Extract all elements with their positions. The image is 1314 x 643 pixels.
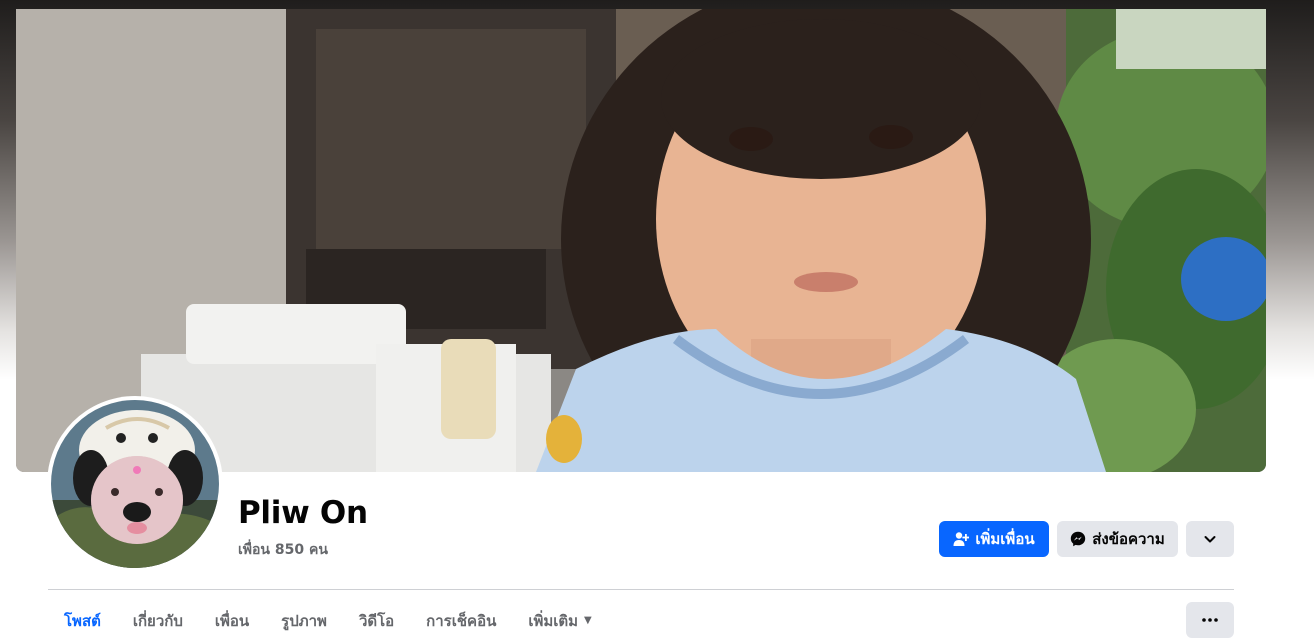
- more-options-button[interactable]: [1186, 521, 1234, 557]
- profile-avatar[interactable]: [47, 396, 223, 572]
- tab-posts-label: โพสต์: [64, 611, 101, 630]
- message-label: ส่งข้อความ: [1092, 530, 1165, 548]
- profile-name: Pliw On: [238, 495, 368, 531]
- profile-tabs: โพสต์ เกี่ยวกับ เพื่อน รูปภาพ วิดีโอ การ…: [48, 598, 608, 643]
- tab-videos[interactable]: วิดีโอ: [343, 598, 410, 643]
- add-friend-label: เพิ่มเพื่อน: [975, 530, 1035, 548]
- add-friend-button[interactable]: เพิ่มเพื่อน: [939, 521, 1049, 557]
- tab-more[interactable]: เพิ่มเติม ▼: [512, 598, 607, 643]
- chevron-down-icon: [1204, 536, 1216, 543]
- tab-posts[interactable]: โพสต์: [48, 598, 117, 643]
- friend-count[interactable]: เพื่อน 850 คน: [238, 539, 328, 561]
- message-button[interactable]: ส่งข้อความ: [1057, 521, 1178, 557]
- cover-photo[interactable]: [16, 9, 1266, 472]
- tabs-more-button[interactable]: [1186, 602, 1234, 638]
- ellipsis-icon: [1202, 618, 1218, 622]
- tab-checkins-label: การเช็คอิน: [426, 611, 497, 630]
- tab-checkins[interactable]: การเช็คอิน: [410, 598, 512, 643]
- caret-down-icon: ▼: [584, 615, 592, 626]
- tab-more-label: เพิ่มเติม: [528, 611, 579, 630]
- tab-friends-label: เพื่อน: [214, 611, 250, 630]
- person-plus-icon: [953, 532, 970, 546]
- tab-about[interactable]: เกี่ยวกับ: [117, 598, 199, 643]
- tab-friends[interactable]: เพื่อน: [199, 598, 265, 643]
- header-divider: [48, 589, 1234, 590]
- tab-about-label: เกี่ยวกับ: [132, 611, 183, 630]
- tab-photos[interactable]: รูปภาพ: [265, 598, 343, 643]
- avatar-image: [51, 400, 219, 568]
- tab-photos-label: รูปภาพ: [281, 611, 327, 630]
- messenger-icon: [1071, 531, 1086, 547]
- cover-photo-image: [16, 9, 1266, 472]
- tab-videos-label: วิดีโอ: [358, 611, 395, 630]
- profile-page: Pliw On เพื่อน 850 คน เพิ่มเพื่อน ส่งข้อ…: [0, 0, 1314, 643]
